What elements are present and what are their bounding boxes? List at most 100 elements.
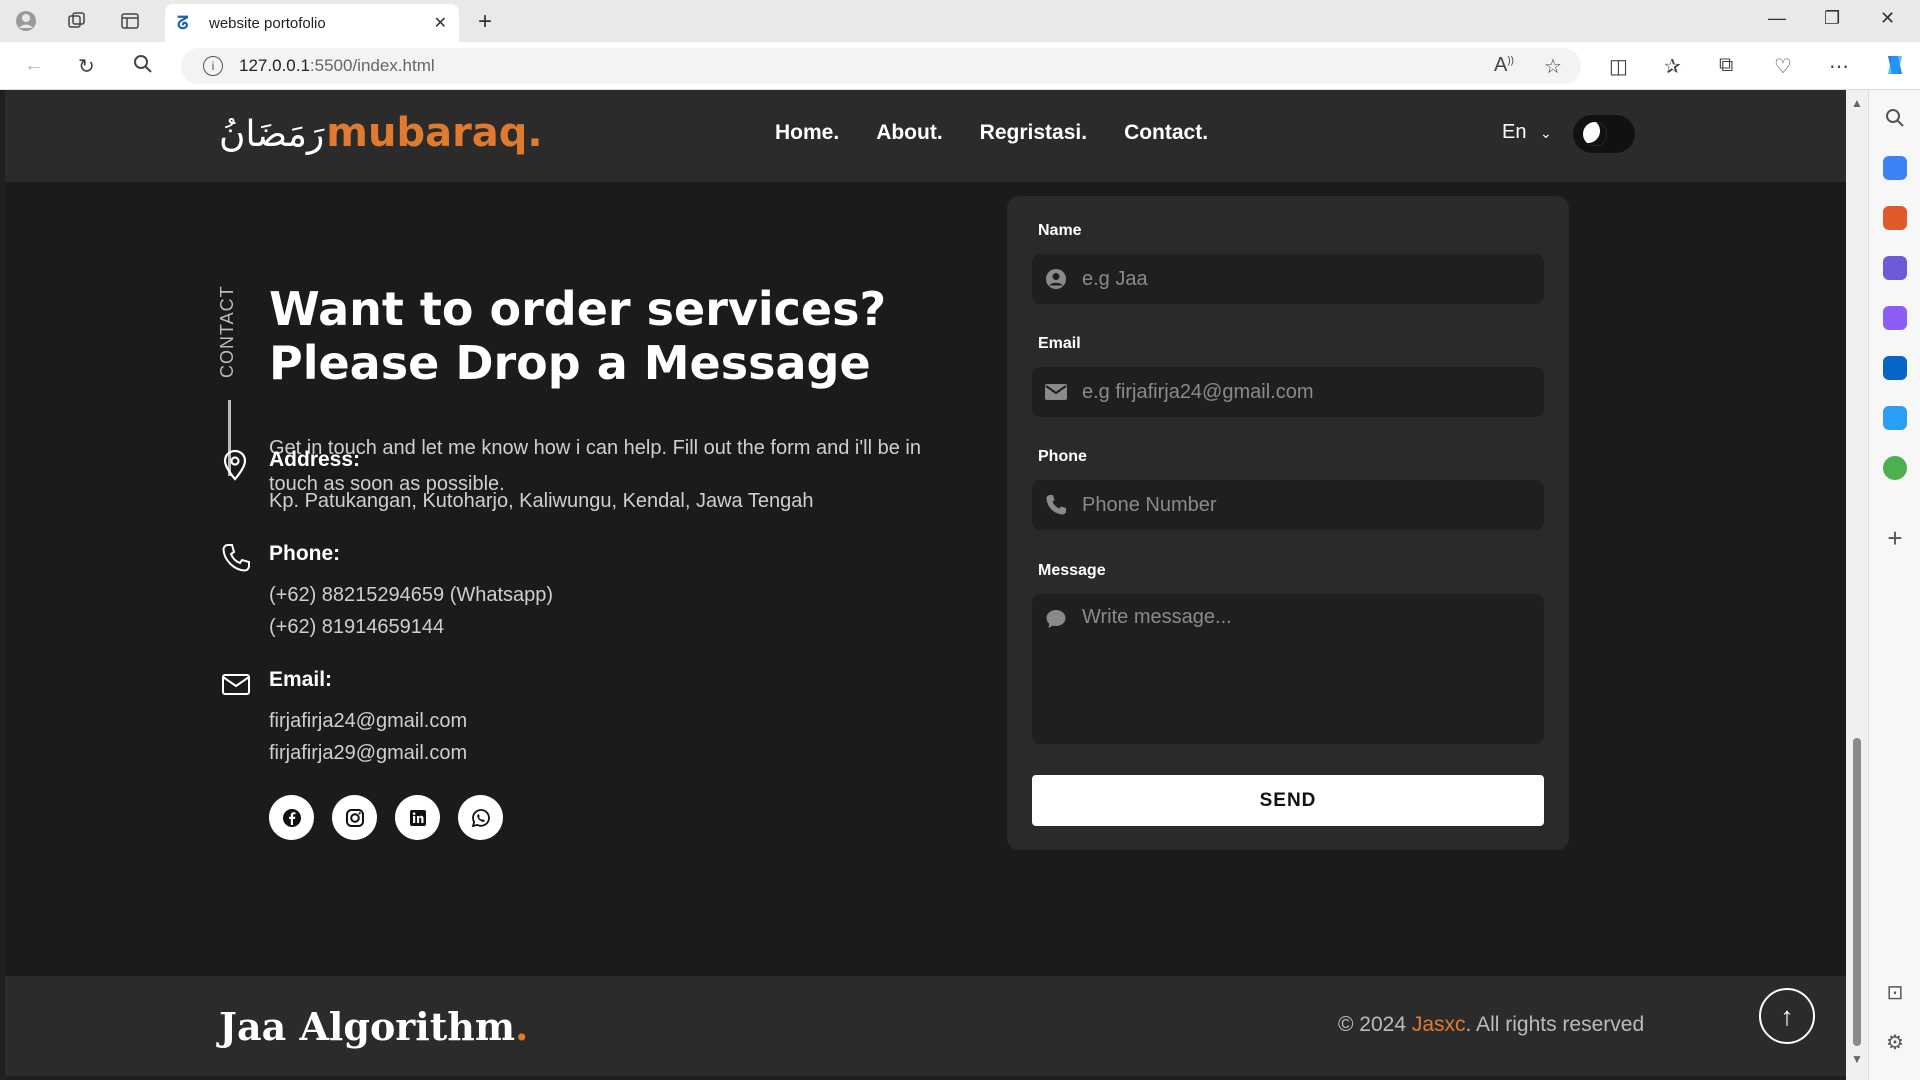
sidebar-games-icon[interactable] [1883,256,1907,280]
collections-icon[interactable]: ⧉ [1719,54,1733,77]
dark-mode-toggle[interactable] [1573,115,1635,153]
phone-field-icon [1044,493,1068,517]
copyright: © 2024 Jasxc. All rights reserved [1338,1013,1644,1037]
site-logo[interactable]: رَمَضَانُmubaraq. [219,110,543,156]
site-footer: Jaa Algorithm. © 2024 Jasxc. All rights … [5,976,1846,1076]
instagram-icon[interactable] [332,795,377,840]
location-pin-icon [220,448,254,482]
scroll-thumb[interactable] [1853,738,1861,1046]
moon-icon [1583,122,1607,146]
sidebar-search-icon[interactable] [1883,106,1907,130]
menu-item-about[interactable]: About. [876,121,942,145]
browser-sidebar: + ⊡ ⚙ [1868,90,1920,1080]
favorites-icon[interactable]: ✰ [1664,54,1681,79]
search-icon[interactable] [133,54,153,80]
tab-actions-icon[interactable] [118,9,142,33]
message-textarea[interactable]: Write message... [1032,594,1544,744]
footer-logo-text: Jaa Algorithm [219,1004,516,1049]
footer-logo[interactable]: Jaa Algorithm. [219,1004,528,1049]
refresh-icon[interactable]: ↻ [78,54,95,79]
profile-icon[interactable] [14,9,38,33]
mail-icon [1044,380,1068,404]
user-icon [1044,267,1068,291]
sidebar-shopping-icon[interactable] [1883,156,1907,180]
browser-essentials-icon[interactable]: ♡ [1774,54,1792,79]
chevron-down-icon: ⌄ [1540,125,1552,141]
browser-tabbar: ᘔ website portofolio ✕ + — ❐ ✕ [0,0,1920,42]
copyright-brand-link[interactable]: Jasxc [1412,1013,1466,1036]
copyright-suffix: . All rights reserved [1465,1013,1645,1036]
favorite-star-icon[interactable]: ☆ [1544,54,1562,79]
email-label: Email: [269,668,333,691]
sidebar-settings-icon[interactable]: ⚙ [1883,1030,1907,1054]
workspaces-icon[interactable] [65,9,89,33]
url-host: 127.0.0.1 [239,56,310,75]
sidebar-tools-icon[interactable] [1883,206,1907,230]
logo-text: mubaraq. [326,110,543,156]
email-value-1[interactable]: firjafirja24@gmail.com [269,710,467,733]
language-select[interactable]: En ⌄ [1502,121,1552,144]
site-favicon-icon: ᘔ [177,13,189,34]
minimize-icon[interactable]: — [1768,8,1786,29]
email-placeholder: e.g firjafirja24@gmail.com [1082,380,1314,403]
heading-line-2: Please Drop a Message [269,336,871,390]
email-input[interactable]: e.g firjafirja24@gmail.com [1032,367,1544,417]
arrow-up-icon: ↑ [1780,1000,1794,1031]
chat-bubble-icon [1044,607,1068,631]
restore-icon[interactable]: ❐ [1824,8,1840,29]
linkedin-icon[interactable] [395,795,440,840]
email-field-label: Email [1038,335,1081,352]
contact-heading: Want to order services? Please Drop a Me… [269,282,886,390]
social-links [269,795,503,840]
footer-logo-dot: . [515,1004,529,1049]
address-bar-row: ← ↻ i 127.0.0.1:5500/index.html A)) ☆ ◫ … [0,42,1920,90]
tab-title: website portofolio [209,14,326,32]
name-input[interactable]: e.g Jaa [1032,254,1544,304]
phone-icon [220,542,254,576]
copyright-prefix: © 2024 [1338,1013,1412,1036]
message-label: Message [1038,562,1106,579]
back-icon[interactable]: ← [24,54,44,77]
copilot-icon[interactable] [1882,52,1908,84]
phone-value-2[interactable]: (+62) 81914659144 [269,616,444,639]
whatsapp-icon[interactable] [458,795,503,840]
browser-tab[interactable]: ᘔ website portofolio ✕ [165,4,459,42]
scroll-to-top-button[interactable]: ↑ [1759,988,1815,1044]
url-field[interactable]: i 127.0.0.1:5500/index.html [181,48,1581,84]
read-aloud-icon[interactable]: A)) [1494,54,1514,77]
site-header: رَمَضَانُmubaraq. Home. About. Regristas… [5,90,1846,182]
send-button[interactable]: SEND [1032,775,1544,826]
more-menu-icon[interactable]: ⋯ [1829,54,1849,79]
sidebar-add-icon[interactable]: + [1883,525,1907,551]
section-label: CONTACT [217,285,237,378]
name-label: Name [1038,222,1082,239]
menu-item-contact[interactable]: Contact. [1124,121,1208,145]
sidebar-tree-icon[interactable] [1883,456,1907,480]
new-tab-icon[interactable]: + [478,8,492,36]
phone-input[interactable]: Phone Number [1032,480,1544,530]
main-menu: Home. About. Regristasi. Contact. [775,121,1208,145]
heading-line-1: Want to order services? [269,282,887,336]
logo-arabic: رَمَضَانُ [219,114,325,155]
scroll-down-arrow[interactable]: ▼ [1851,1052,1863,1066]
email-value-2[interactable]: firjafirja29@gmail.com [269,742,467,765]
close-tab-icon[interactable]: ✕ [434,13,447,33]
close-window-icon[interactable]: ✕ [1880,8,1895,29]
page-scrollbar[interactable]: ▲ ▼ [1846,90,1868,1080]
web-page: رَمَضَانُmubaraq. Home. About. Regristas… [5,90,1846,1076]
menu-item-registration[interactable]: Regristasi. [980,121,1087,145]
sidebar-office-icon[interactable] [1883,306,1907,330]
phone-value-1[interactable]: (+62) 88215294659 (Whatsapp) [269,584,553,607]
site-info-icon[interactable]: i [203,56,223,76]
language-value: En [1502,121,1527,143]
phone-placeholder: Phone Number [1082,493,1217,516]
scroll-up-arrow[interactable]: ▲ [1851,96,1863,110]
facebook-icon[interactable] [269,795,314,840]
sidebar-send-icon[interactable] [1883,406,1907,430]
sidebar-screenshot-icon[interactable]: ⊡ [1883,980,1907,1004]
name-placeholder: e.g Jaa [1082,267,1148,290]
phone-field-label: Phone [1038,448,1087,465]
split-screen-icon[interactable]: ◫ [1609,54,1628,79]
menu-item-home[interactable]: Home. [775,121,839,145]
sidebar-outlook-icon[interactable] [1883,356,1907,380]
